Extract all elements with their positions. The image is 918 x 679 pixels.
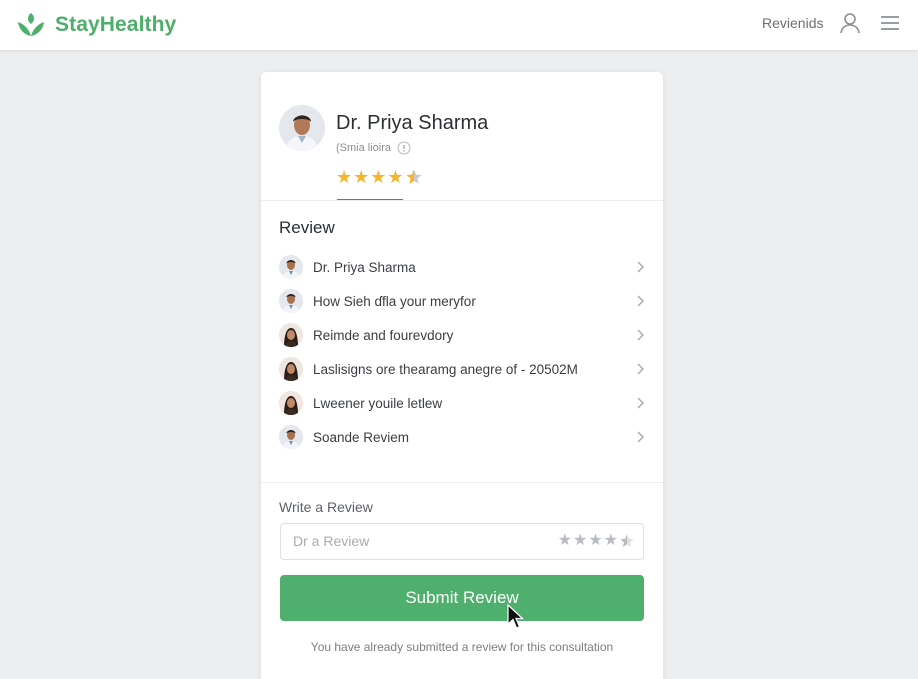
review-input-box[interactable]: ★ ★ ★ ★ [280, 523, 644, 560]
review-list-item[interactable]: Soande Reviem [279, 420, 645, 454]
review-list-item[interactable]: Lweener youile letlew [279, 386, 645, 420]
star-icon[interactable]: ★ [604, 533, 618, 553]
review-rating-selector[interactable]: ★ ★ ★ ★ [557, 533, 635, 553]
review-list-item[interactable]: Laslisigns ore thearamg anegre of - 2050… [279, 352, 645, 386]
chevron-right-icon [635, 430, 645, 444]
doctor-avatar [279, 105, 325, 151]
reviewer-avatar [279, 289, 303, 313]
top-navbar: StayHealthy Revienids [0, 0, 918, 50]
reviews-section-title: Review [279, 218, 335, 237]
star-icon: ★ [387, 167, 404, 187]
half-star-icon [405, 168, 423, 189]
chevron-right-icon [635, 362, 645, 376]
reviewer-avatar [279, 425, 303, 449]
menu-icon[interactable] [879, 12, 901, 34]
star-icon: ★ [353, 167, 370, 187]
doctor-name: Dr. Priya Sharma [336, 112, 489, 134]
review-item-label: Laslisigns ore thearamg anegre of - 2050… [313, 361, 578, 377]
review-item-label: Reimde and fourevdory [313, 327, 454, 343]
star-icon[interactable]: ★ [588, 533, 602, 553]
review-text-input[interactable] [293, 533, 543, 549]
review-list-item[interactable]: Reimde and fourevdory [279, 318, 645, 352]
write-review-label: Write a Review [279, 499, 373, 515]
divider [261, 482, 663, 483]
half-star-icon[interactable] [619, 533, 635, 553]
star-icon[interactable]: ★ [573, 533, 587, 553]
already-submitted-notice: You have already submitted a review for … [310, 640, 614, 654]
doctor-rating-stars: ★ ★ ★ ★ [336, 168, 424, 189]
review-list: Dr. Priya Sharma How Sieh ɗfla your meryf… [279, 250, 645, 454]
mouse-cursor-icon [507, 603, 525, 630]
divider [261, 200, 663, 201]
star-icon: ★ [370, 167, 387, 187]
review-list-item[interactable]: Dr. Priya Sharma [279, 250, 645, 284]
info-icon[interactable] [397, 141, 411, 155]
reviewer-avatar [279, 255, 303, 279]
reviewer-avatar [279, 357, 303, 381]
star-icon: ★ [336, 167, 353, 187]
reviewer-avatar [279, 391, 303, 415]
reviewer-avatar [279, 323, 303, 347]
submit-review-button[interactable]: Submit Review [280, 575, 644, 621]
review-item-label: Soande Reviem [313, 429, 410, 445]
chevron-right-icon [635, 294, 645, 308]
nav-reviews-link[interactable]: Revienids [762, 15, 823, 31]
user-icon[interactable] [838, 11, 862, 35]
doctor-review-card: Dr. Priya Sharma (Smia lioira ★ ★ ★ ★ Re… [261, 72, 663, 679]
leaf-logo-icon [16, 10, 46, 40]
star-icon[interactable]: ★ [558, 533, 572, 553]
review-item-label: Dr. Priya Sharma [313, 259, 416, 275]
chevron-right-icon [635, 260, 645, 274]
review-item-label: How Sieh ɗfla your meryfor [313, 293, 476, 309]
review-list-item[interactable]: How Sieh ɗfla your meryfor [279, 284, 645, 318]
review-item-label: Lweener youile letlew [313, 395, 443, 411]
chevron-right-icon [635, 328, 645, 342]
chevron-right-icon [635, 396, 645, 410]
doctor-specialty: (Smia lioira [336, 141, 411, 155]
brand[interactable]: StayHealthy [16, 10, 176, 40]
doctor-specialty-text: (Smia lioira [336, 142, 392, 154]
brand-name: StayHealthy [55, 13, 177, 36]
